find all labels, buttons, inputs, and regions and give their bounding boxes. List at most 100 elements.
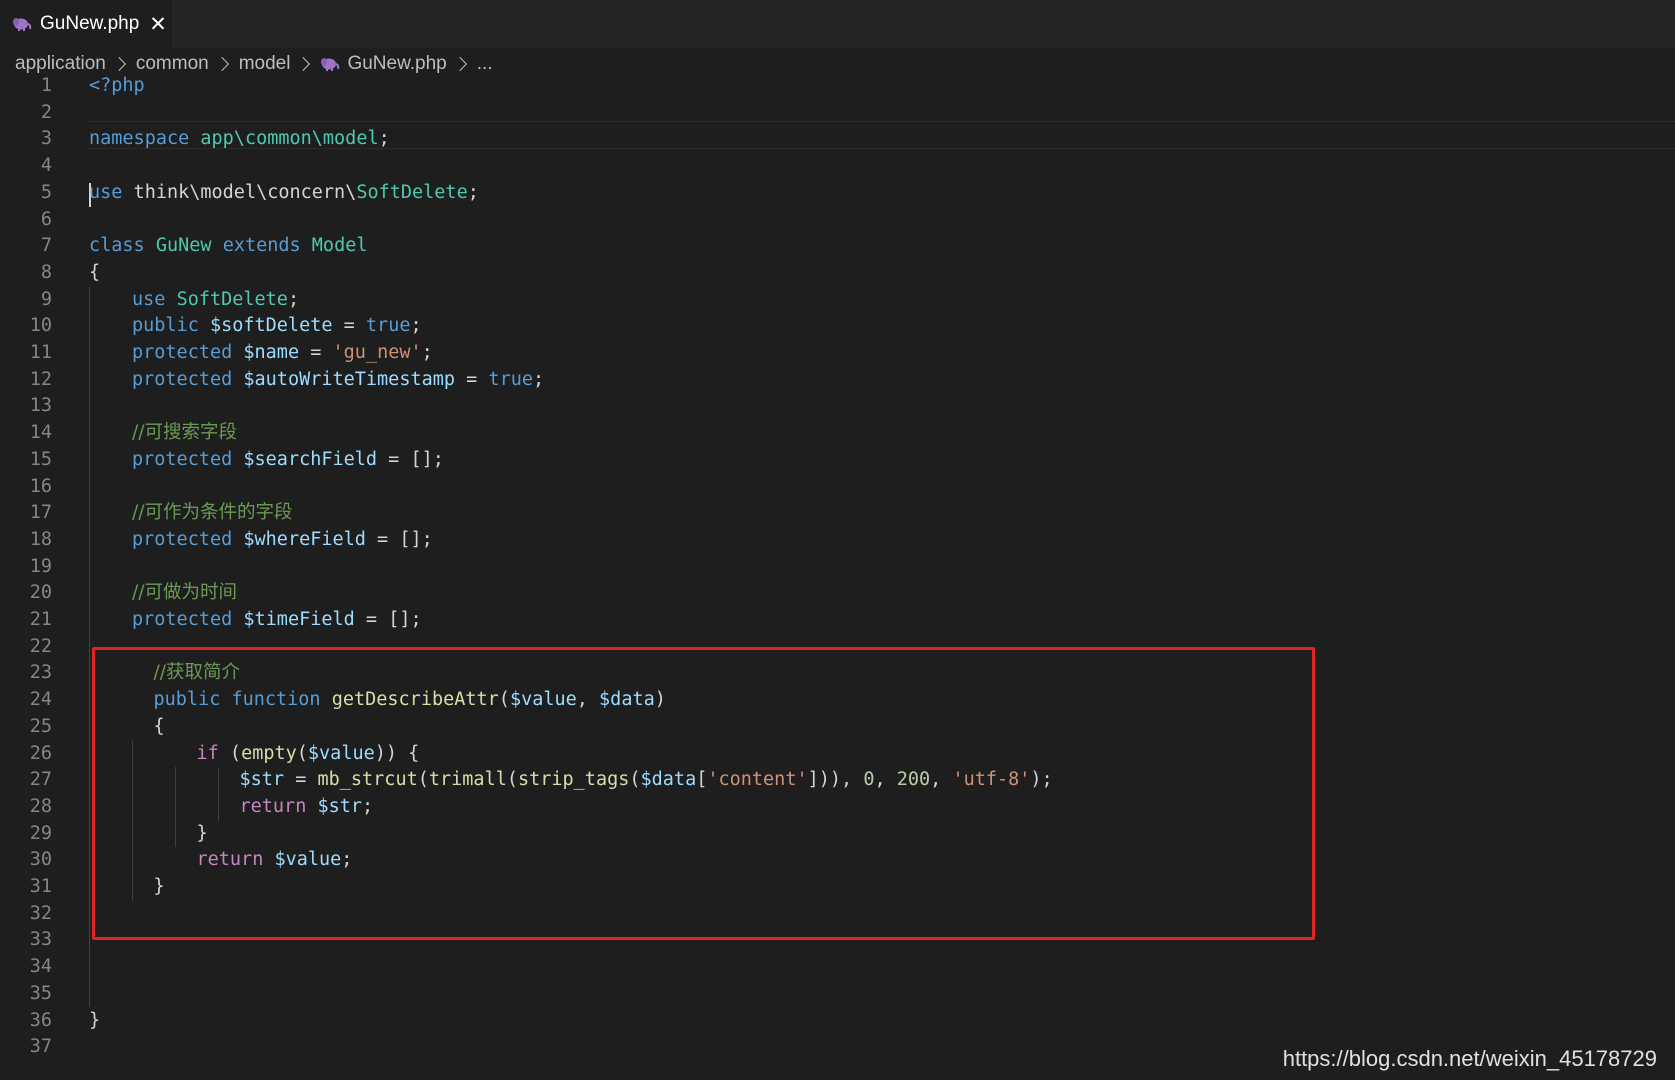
code-token: protected: [132, 528, 233, 550]
line-number: 18: [29, 528, 52, 550]
line-number: 17: [29, 502, 52, 524]
code-text: class GuNew extends Model: [89, 233, 368, 259]
code-line: 36}: [0, 1008, 1675, 1034]
code-token: $name: [243, 342, 300, 363]
code-line: 6: [0, 207, 1675, 233]
code-token: extends: [222, 235, 301, 257]
code-text: public $softDelete = true;: [132, 313, 422, 339]
breadcrumb-item-application[interactable]: application: [15, 53, 106, 75]
code-token: ;: [287, 288, 300, 310]
line-number: 7: [40, 235, 52, 257]
code-text: protected $autoWriteTimestamp = true;: [132, 367, 544, 393]
line-number: 25: [29, 715, 52, 737]
code-token: = [];: [365, 528, 433, 550]
code-token: $timeField: [243, 609, 355, 630]
line-number: 31: [29, 876, 52, 897]
line-number: 8: [40, 261, 52, 283]
line-number: 3: [40, 128, 52, 150]
code-line: 19: [0, 554, 1675, 580]
code-token: ;: [421, 342, 433, 363]
code-line: 10 public $softDelete = true;: [0, 313, 1675, 339]
chevron-right-icon: [296, 56, 311, 72]
breadcrumb-item-file[interactable]: GuNew.php: [347, 53, 446, 75]
code-line: 21 protected $timeField = [];: [0, 607, 1675, 633]
code-token: protected: [132, 368, 233, 390]
code-token: $softDelete: [209, 315, 333, 337]
line-number: 13: [29, 395, 52, 417]
code-line: 9 use SoftDelete;: [0, 287, 1675, 313]
line-number: 35: [29, 982, 52, 1004]
line-number: 29: [29, 822, 52, 844]
code-line: 18 protected $whereField = [];: [0, 527, 1675, 553]
line-number: 34: [29, 956, 52, 978]
code-token: app\common\model: [200, 128, 379, 150]
line-number: 11: [29, 342, 52, 363]
line-number: 9: [40, 288, 52, 310]
code-text: }: [89, 1008, 100, 1034]
code-line: 20 //可做为时间: [0, 580, 1675, 606]
code-token: class: [89, 235, 145, 257]
breadcrumb-item-common[interactable]: common: [136, 53, 209, 75]
code-text: {: [89, 260, 100, 286]
line-number: 19: [29, 555, 52, 577]
breadcrumb-item-model[interactable]: model: [239, 53, 291, 75]
code-token: ;: [533, 368, 545, 390]
breadcrumb-item-symbols[interactable]: ...: [477, 53, 493, 75]
code-token: = [];: [377, 448, 444, 470]
code-token: true: [488, 368, 533, 390]
line-number: 36: [29, 1009, 52, 1031]
code-token: use: [132, 288, 166, 310]
code-token: public: [132, 315, 199, 337]
code-token: //可作为条件的字段: [132, 502, 293, 524]
tab-gunew-php[interactable]: GuNew.php ✕: [0, 0, 172, 48]
line-number: 30: [29, 849, 52, 871]
line-number: 5: [40, 181, 52, 203]
line-number: 24: [29, 689, 52, 711]
code-line: 34: [0, 954, 1675, 980]
code-line: 13: [0, 393, 1675, 419]
code-token: = [];: [354, 609, 422, 630]
code-token: =: [332, 315, 366, 337]
chevron-right-icon: [214, 56, 229, 72]
code-token: ;: [410, 315, 422, 337]
line-number: 6: [40, 208, 52, 230]
close-icon[interactable]: ✕: [149, 14, 167, 35]
code-token: {: [89, 261, 101, 283]
line-number: 16: [29, 475, 52, 497]
code-text: protected $whereField = [];: [132, 527, 433, 553]
chevron-right-icon: [452, 56, 467, 72]
line-number: 20: [29, 582, 52, 604]
code-token: =: [299, 342, 333, 363]
php-elephant-icon: [321, 58, 340, 71]
line-number: 21: [29, 609, 52, 630]
php-elephant-icon: [13, 18, 32, 31]
code-token: $whereField: [243, 528, 366, 550]
code-line: 8{: [0, 260, 1675, 286]
code-line: 17 //可作为条件的字段: [0, 500, 1675, 526]
code-line: 7 class GuNew extends Model: [0, 233, 1675, 259]
line-number: 27: [29, 769, 52, 791]
code-line: 1 <?php: [0, 73, 1675, 99]
line-number: 10: [29, 315, 52, 337]
watermark: https://blog.csdn.net/weixin_45178729: [1282, 1046, 1657, 1071]
code-token: use: [89, 181, 123, 203]
code-text: //可做为时间: [132, 580, 237, 606]
code-text: //可作为条件的字段: [132, 500, 292, 526]
code-token: true: [365, 315, 411, 337]
code-line: 12 protected $autoWriteTimestamp = true;: [0, 367, 1675, 393]
code-text: protected $searchField = [];: [132, 447, 444, 473]
code-text: //可搜索字段: [132, 420, 237, 446]
code-token: $autoWriteTimestamp: [243, 368, 456, 390]
code-token: =: [455, 368, 489, 390]
code-token: //可搜索字段: [132, 422, 237, 444]
code-token: GuNew: [155, 235, 212, 257]
code-token: 'gu_new': [332, 342, 422, 363]
line-number: 33: [29, 929, 52, 951]
code-line: 3 namespace app\common\model;: [0, 126, 1675, 152]
code-line: 4: [0, 153, 1675, 179]
